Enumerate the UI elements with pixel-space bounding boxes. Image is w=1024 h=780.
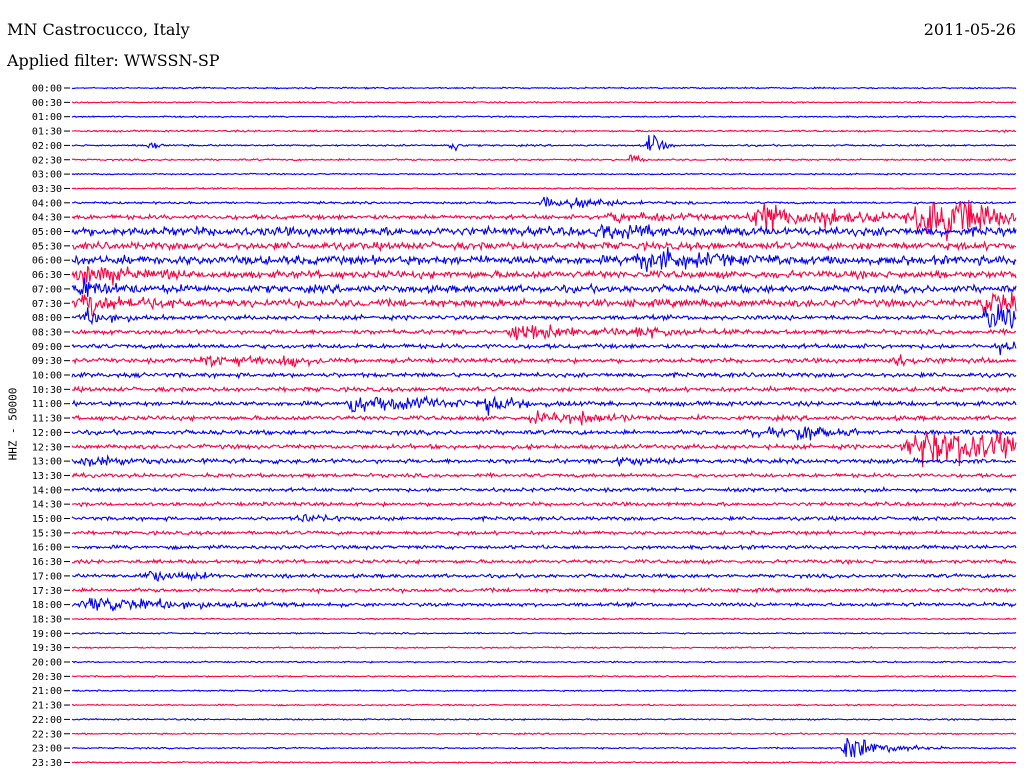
- trace-line: [71, 737, 1017, 758]
- trace-line: [71, 454, 1017, 468]
- trace-line: [71, 426, 1017, 441]
- time-label: 11:30: [32, 414, 62, 425]
- trace-line: [71, 631, 1017, 635]
- time-label: 19:30: [32, 643, 62, 654]
- time-label: 08:00: [32, 313, 62, 324]
- helicorder-plot: 00:00 00:30 01:00 01:30 02:00 02:30 03:00 03:30…: [32, 84, 1017, 769]
- trace-line: [71, 717, 1017, 722]
- trace-line: [71, 410, 1017, 426]
- trace-line: [71, 100, 1017, 104]
- time-label: 12:30: [32, 442, 62, 453]
- trace-line: [71, 471, 1017, 479]
- time-label: 18:30: [32, 614, 62, 625]
- trace-line: [71, 617, 1017, 621]
- trace-line: [71, 371, 1017, 380]
- trace-line: [71, 246, 1017, 273]
- trace-line: [71, 485, 1017, 494]
- trace-line: [71, 760, 1016, 765]
- time-label: 17:00: [32, 571, 62, 582]
- trace-line: [71, 277, 1017, 297]
- time-label: 02:00: [32, 141, 62, 152]
- time-label: 07:00: [32, 284, 62, 295]
- time-label: 23:00: [32, 744, 62, 755]
- time-label: 00:00: [32, 84, 62, 95]
- time-label: 01:30: [32, 127, 62, 138]
- trace-line: [71, 172, 1017, 176]
- time-label: 12:00: [32, 428, 62, 439]
- time-label: 04:30: [32, 213, 62, 224]
- trace-line: [71, 86, 1017, 90]
- trace-line: [71, 500, 1017, 508]
- time-label: 05:00: [32, 227, 62, 238]
- time-label: 22:00: [32, 715, 62, 726]
- trace-line: [71, 529, 1017, 537]
- time-label: 10:30: [32, 385, 62, 396]
- time-label: 03:30: [32, 184, 62, 195]
- trace-line: [71, 115, 1017, 119]
- time-label: 16:00: [32, 543, 62, 554]
- time-label: 15:00: [32, 514, 62, 525]
- time-label: 18:00: [32, 600, 62, 611]
- trace-line: [71, 586, 1017, 595]
- trace-line: [71, 544, 1017, 551]
- time-label: 20:30: [32, 672, 62, 683]
- trace-line: [71, 645, 1017, 650]
- time-label: 15:30: [32, 528, 62, 539]
- time-label: 21:00: [32, 686, 62, 697]
- time-label: 03:00: [32, 170, 62, 181]
- trace-line: [71, 341, 1017, 356]
- time-label: 00:30: [32, 98, 62, 109]
- time-label: 20:00: [32, 658, 62, 669]
- trace-line: [71, 570, 1017, 582]
- trace-line: [71, 596, 1017, 612]
- trace-line: [71, 129, 1016, 133]
- time-label: 09:30: [32, 356, 62, 367]
- trace-line: [71, 703, 1017, 707]
- time-label: 07:30: [32, 299, 62, 310]
- time-label: 17:30: [32, 586, 62, 597]
- time-label: 16:30: [32, 557, 62, 568]
- trace-line: [71, 186, 1017, 191]
- trace-line: [71, 513, 1017, 523]
- time-label: 14:00: [32, 485, 62, 496]
- trace-line: [71, 384, 1017, 394]
- trace-line: [71, 732, 1017, 736]
- time-label: 23:30: [32, 758, 62, 769]
- time-label: 04:00: [32, 198, 62, 209]
- trace-line: [72, 660, 1017, 664]
- time-label: 21:30: [32, 701, 62, 712]
- time-label: 01:00: [32, 112, 62, 123]
- time-label: 13:30: [32, 471, 62, 482]
- time-label: 05:30: [32, 241, 62, 252]
- trace-line: [71, 324, 1017, 341]
- trace-line: [71, 689, 1017, 693]
- time-label: 06:30: [32, 270, 62, 281]
- trace-line: [71, 223, 1017, 240]
- time-label: 13:00: [32, 457, 62, 468]
- time-label: 19:00: [32, 629, 62, 640]
- trace-line: [71, 240, 1017, 253]
- time-label: 11:00: [32, 399, 62, 410]
- time-label: 08:30: [32, 327, 62, 338]
- trace-line: [71, 304, 1017, 329]
- trace-line: [71, 196, 1017, 210]
- time-label: 02:30: [32, 155, 62, 166]
- trace-line: [71, 134, 1017, 152]
- time-label: 22:30: [32, 729, 62, 740]
- trace-line: [71, 558, 1017, 566]
- trace-line: [71, 265, 1017, 286]
- time-label: 06:00: [32, 256, 62, 267]
- time-label: 09:00: [32, 342, 62, 353]
- trace-line: [71, 674, 1017, 679]
- time-label: 14:30: [32, 500, 62, 511]
- trace-line: [71, 154, 1016, 163]
- time-label: 10:00: [32, 371, 62, 382]
- trace-line: [71, 354, 1017, 369]
- trace-line: [71, 291, 1017, 318]
